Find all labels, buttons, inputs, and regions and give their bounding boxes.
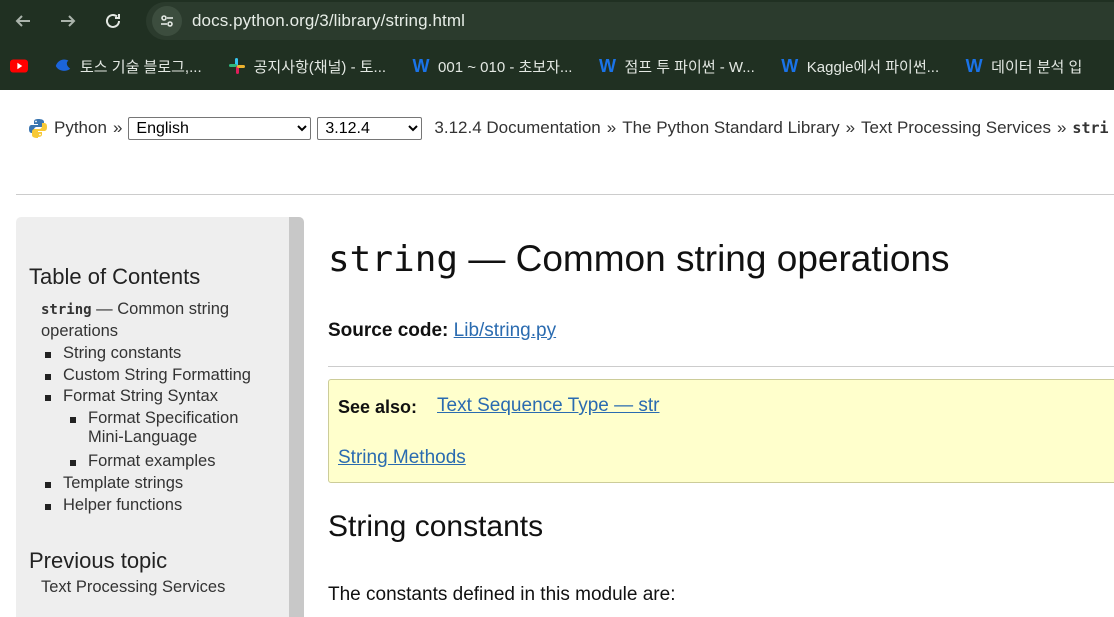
toc-item-label: Custom String Formatting: [63, 366, 251, 384]
toc-item-label: String constants: [63, 344, 182, 362]
breadcrumb-docs[interactable]: 3.12.4 Documentation: [434, 118, 600, 138]
bookmark-wikidocs-3[interactable]: W Kaggle에서 파이썬...: [781, 56, 939, 77]
bullet: [70, 417, 76, 423]
sidebar: Table of Contents string — Common string…: [16, 217, 304, 617]
page-title-code: string: [328, 239, 459, 280]
slack-icon: [228, 57, 246, 75]
reload-button[interactable]: [98, 6, 128, 36]
toc-item-custom-formatting[interactable]: Custom String Formatting: [45, 366, 251, 385]
toc-title-link[interactable]: string — Common string: [41, 300, 229, 319]
toc-item-label: Template strings: [63, 474, 184, 492]
bookmark-slack[interactable]: 공지사항(채널) - 토...: [228, 56, 386, 77]
bookmark-label: 토스 기술 블로그,...: [80, 58, 202, 76]
breadcrumb-stdlib[interactable]: The Python Standard Library: [622, 118, 839, 138]
bookmark-wikidocs-2[interactable]: W 점프 투 파이썬 - W...: [598, 55, 755, 77]
toc-title-code: string: [41, 302, 92, 318]
source-code-link[interactable]: Lib/string.py: [454, 320, 556, 341]
related-bar: Python » English 3.12.4 3.12.4 Documenta…: [28, 116, 1109, 140]
bullet: [45, 352, 51, 358]
see-also-link-text-sequence[interactable]: Text Sequence Type — str: [437, 395, 660, 417]
breadcrumb-current: stri: [1072, 119, 1109, 137]
toc-item-template-strings[interactable]: Template strings: [45, 474, 183, 493]
bookmark-label: 공지사항(채널) - 토...: [253, 58, 387, 76]
wikidocs-icon: W: [781, 55, 799, 76]
page-title-text: — Common string operations: [458, 238, 950, 279]
section-paragraph: The constants defined in this module are…: [328, 584, 676, 605]
bookmark-label: Kaggle에서 파이썬...: [806, 58, 940, 76]
bullet: [45, 482, 51, 488]
section-heading: String constants: [328, 510, 544, 543]
bookmark-wikidocs-4[interactable]: W 데이터 분석 입: [965, 55, 1083, 77]
forward-button[interactable]: [53, 6, 83, 36]
see-also-link-string-methods[interactable]: String Methods: [338, 447, 466, 469]
breadcrumb-separator: »: [1056, 118, 1067, 137]
python-home-link[interactable]: Python: [54, 118, 107, 138]
previous-topic-heading: Previous topic: [29, 548, 168, 573]
toc-item-format-examples[interactable]: Format examples: [70, 452, 215, 471]
address-bar[interactable]: docs.python.org/3/library/string.html: [146, 2, 1114, 40]
bookmark-toss[interactable]: 토스 기술 블로그,...: [54, 56, 202, 77]
bookmarks-bar: 토스 기술 블로그,... 공지사항(채널) - 토... W 001 ~ 01…: [0, 42, 1114, 90]
toc-item-label: Format examples: [88, 452, 216, 470]
see-also-box: See also: Text Sequence Type — str Strin…: [328, 379, 1114, 483]
url-text[interactable]: docs.python.org/3/library/string.html: [192, 11, 465, 31]
bookmark-wikidocs-1[interactable]: W 001 ~ 010 - 초보자...: [412, 55, 573, 77]
toc-item-string-constants[interactable]: String constants: [45, 344, 181, 363]
language-select[interactable]: English: [128, 116, 312, 140]
tune-icon: [161, 15, 173, 27]
toc-item-format-string-syntax[interactable]: Format String Syntax: [45, 387, 218, 406]
source-code-label: Source code:: [328, 320, 449, 341]
toc-heading: Table of Contents: [29, 264, 201, 289]
breadcrumb-text-processing[interactable]: Text Processing Services: [861, 118, 1051, 138]
toc-title-link-line2[interactable]: operations: [41, 322, 118, 341]
browser-toolbar: docs.python.org/3/library/string.html: [0, 0, 1114, 42]
python-logo-icon: [29, 119, 47, 138]
toc-item-format-spec[interactable]: Format Specification Mini-Language: [70, 409, 238, 447]
wikidocs-icon: W: [598, 55, 616, 76]
previous-topic-link[interactable]: Text Processing Services: [41, 578, 225, 597]
breadcrumb-separator: »: [845, 118, 856, 137]
see-also-label: See also:: [338, 397, 418, 417]
bookmark-label: 001 ~ 010 - 초보자...: [438, 58, 573, 76]
toc-item-label: Format Specification Mini-Language: [88, 409, 239, 446]
sidebar-scrollbar[interactable]: [289, 217, 304, 617]
bookmark-label: 데이터 분석 입: [991, 58, 1083, 76]
source-code-line: Source code: Lib/string.py: [328, 320, 556, 342]
wikidocs-icon: W: [965, 55, 983, 76]
page-content: Python » English 3.12.4 3.12.4 Documenta…: [0, 90, 1114, 617]
youtube-icon: [10, 57, 28, 75]
breadcrumb-separator: »: [112, 118, 123, 137]
site-info-button[interactable]: [152, 6, 182, 36]
bullet: [45, 395, 51, 401]
toc-item-label: Format String Syntax: [63, 387, 218, 405]
content-divider: [328, 366, 1114, 367]
toc-title-text: — Common string: [91, 300, 230, 318]
arrow-left-icon: [15, 15, 30, 27]
toc-item-helper-functions[interactable]: Helper functions: [45, 496, 182, 515]
version-select[interactable]: 3.12.4: [317, 116, 423, 140]
header-divider: [16, 194, 1114, 195]
toss-icon: [54, 57, 72, 75]
bookmark-label: 점프 투 파이썬 - W...: [624, 58, 755, 76]
toc-item-label: Helper functions: [63, 496, 183, 514]
bullet: [45, 374, 51, 380]
page-title: string — Common string operations: [328, 238, 950, 280]
arrow-right-icon: [61, 15, 76, 27]
wikidocs-icon: W: [412, 55, 430, 76]
back-button[interactable]: [8, 6, 38, 36]
bullet: [70, 460, 76, 466]
breadcrumb-separator: »: [606, 118, 617, 137]
bookmark-youtube[interactable]: [10, 57, 36, 75]
bullet: [45, 504, 51, 510]
reload-icon: [106, 13, 120, 28]
